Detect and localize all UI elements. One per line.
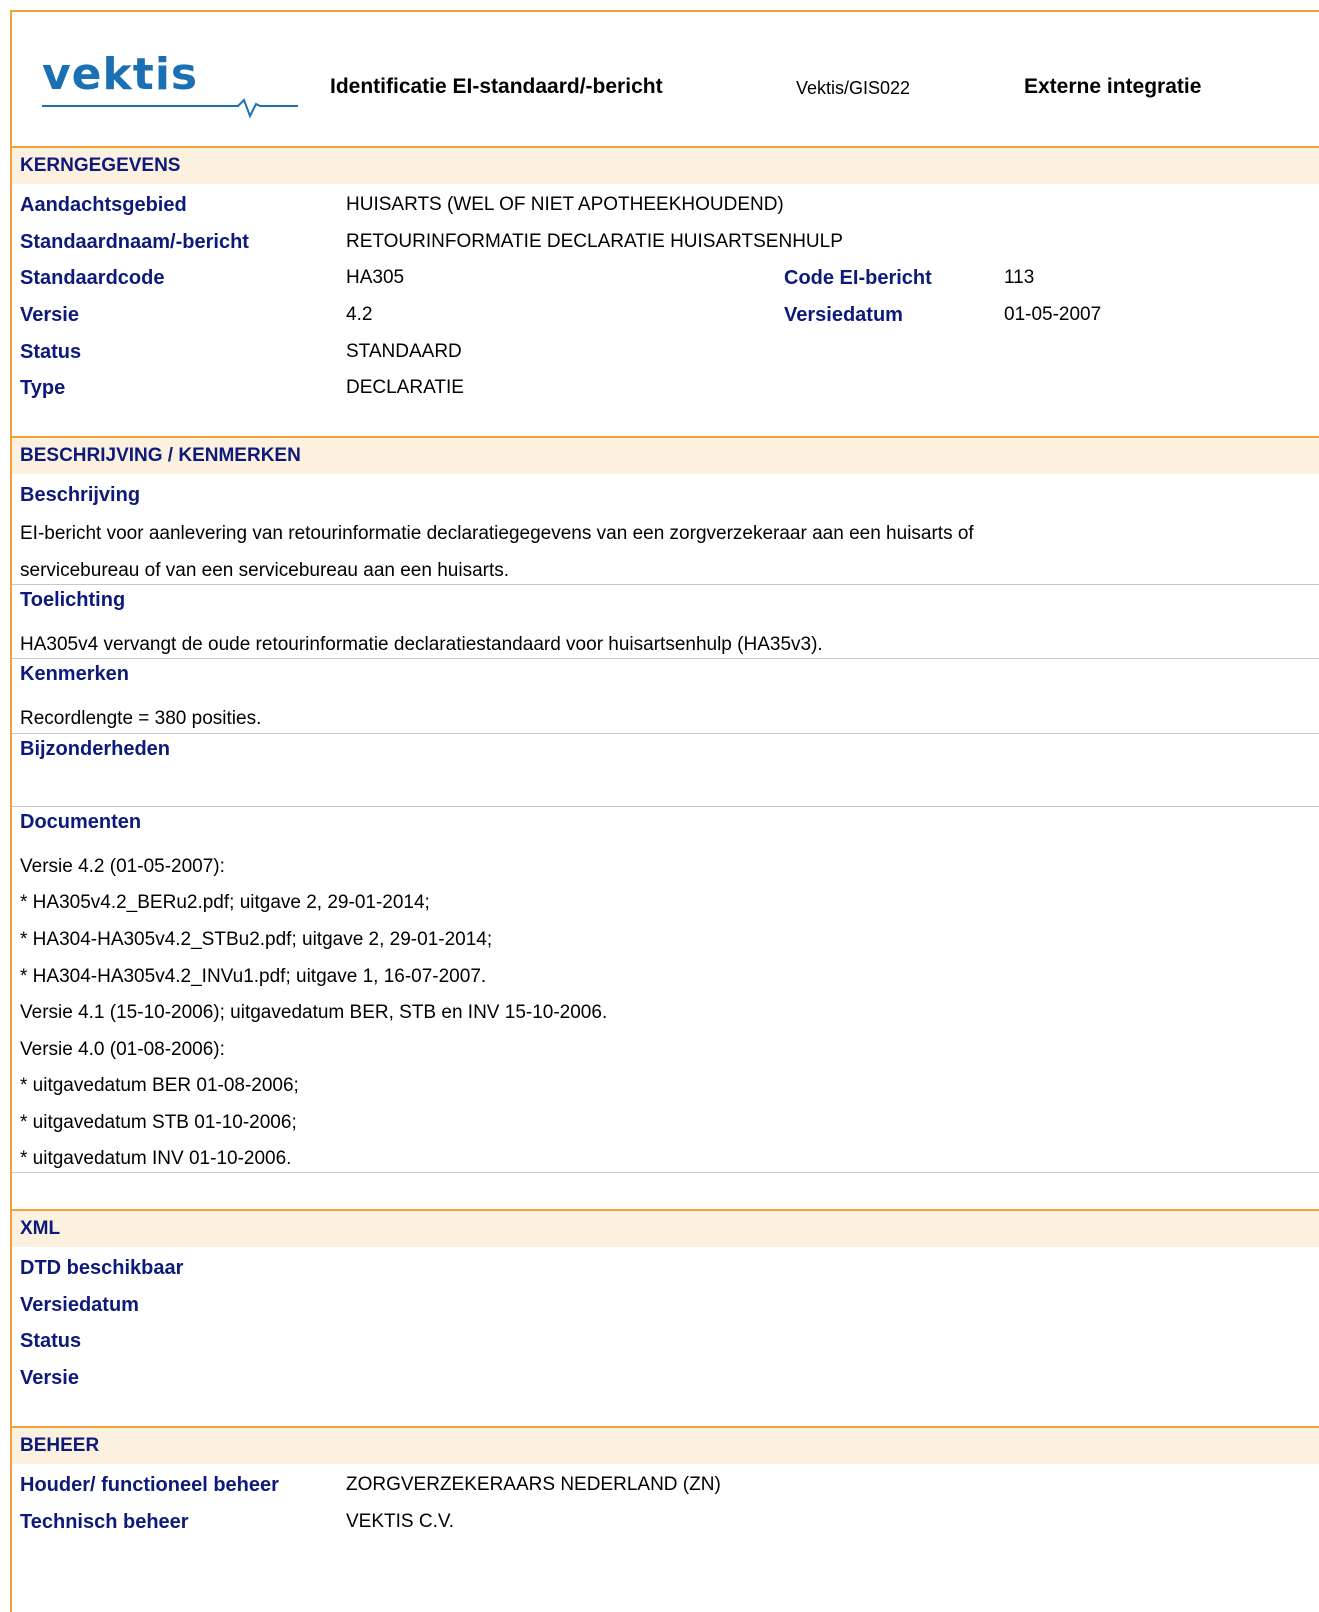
versie-label: Versie <box>20 304 79 326</box>
documenten-line: * uitgavedatum STB 01-10-2006; <box>20 1112 297 1133</box>
beschrijving-line: EI-bericht voor aanlevering van retourin… <box>20 523 974 544</box>
documenten-line: Versie 4.0 (01-08-2006): <box>20 1039 225 1060</box>
documenten-label: Documenten <box>12 806 1319 835</box>
type-label: Type <box>20 377 66 399</box>
document-frame: vektis Identificatie EI-standaard/-beric… <box>10 10 1319 1612</box>
type-value: DECLARATIE <box>346 377 464 398</box>
bijzonderheden-label: Bijzonderheden <box>12 733 1319 762</box>
technisch-label: Technisch beheer <box>20 1511 189 1533</box>
document-header: vektis Identificatie EI-standaard/-beric… <box>12 12 1319 146</box>
aandachtsgebied-value: HUISARTS (WEL OF NIET APOTHEEKHOUDEND) <box>346 194 784 215</box>
documenten-line: * uitgavedatum INV 01-10-2006. <box>20 1148 292 1169</box>
beschrijving-line: servicebureau of van een servicebureau a… <box>20 560 510 581</box>
vektis-logo: vektis <box>42 50 302 120</box>
code-ei-value: 113 <box>1004 267 1035 288</box>
document-category: Externe integratie <box>1024 75 1202 98</box>
xml-versiedatum-label: Versiedatum <box>20 1294 139 1316</box>
section-beheer: BEHEER <box>12 1426 1319 1464</box>
houder-label: Houder/ functioneel beheer <box>20 1474 279 1496</box>
documenten-divider <box>12 1172 1319 1173</box>
documenten-line: Versie 4.2 (01-05-2007): <box>20 856 225 877</box>
standaardnaam-label: Standaardnaam/-bericht <box>20 231 249 253</box>
logo-text: vektis <box>42 49 199 100</box>
documenten-line: Versie 4.1 (15-10-2006); uitgavedatum BE… <box>20 1002 608 1023</box>
document-code: Vektis/GIS022 <box>796 78 911 98</box>
kenmerken-label: Kenmerken <box>12 658 1319 687</box>
kenmerken-text: Recordlengte = 380 posities. <box>20 708 262 729</box>
beschrijving-label: Beschrijving <box>20 484 141 506</box>
standaardcode-value: HA305 <box>346 267 405 288</box>
dtd-label: DTD beschikbaar <box>20 1257 184 1279</box>
toelichting-label: Toelichting <box>12 584 1319 613</box>
xml-versie-label: Versie <box>20 1367 79 1389</box>
toelichting-text: HA305v4 vervangt de oude retourinformati… <box>20 634 823 655</box>
aandachtsgebied-label: Aandachtsgebied <box>20 194 187 216</box>
section-xml: XML <box>12 1209 1319 1247</box>
documenten-line: * HA304-HA305v4.2_STBu2.pdf; uitgave 2, … <box>20 929 493 950</box>
section-beschrijving: BESCHRIJVING / KENMERKEN <box>12 436 1319 474</box>
documenten-line: * uitgavedatum BER 01-08-2006; <box>20 1075 299 1096</box>
versie-value: 4.2 <box>346 304 373 325</box>
technisch-value: VEKTIS C.V. <box>346 1511 455 1532</box>
documenten-line: * HA304-HA305v4.2_INVu1.pdf; uitgave 1, … <box>20 966 487 987</box>
documenten-line: * HA305v4.2_BERu2.pdf; uitgave 2, 29-01-… <box>20 892 430 913</box>
versiedatum-value: 01-05-2007 <box>1004 304 1102 325</box>
document-title: Identificatie EI-standaard/-bericht <box>330 75 663 98</box>
status-label: Status <box>20 341 82 363</box>
status-value: STANDAARD <box>346 341 462 362</box>
code-ei-label: Code EI-bericht <box>784 267 932 289</box>
xml-status-label: Status <box>20 1330 82 1352</box>
versiedatum-label: Versiedatum <box>784 304 903 326</box>
section-kerngegevens: KERNGEGEVENS <box>12 146 1319 184</box>
standaardnaam-value: RETOURINFORMATIE DECLARATIE HUISARTSENHU… <box>346 231 843 252</box>
houder-value: ZORGVERZEKERAARS NEDERLAND (ZN) <box>346 1474 721 1495</box>
logo-heartbeat-line <box>42 98 298 119</box>
standaardcode-label: Standaardcode <box>20 267 165 289</box>
